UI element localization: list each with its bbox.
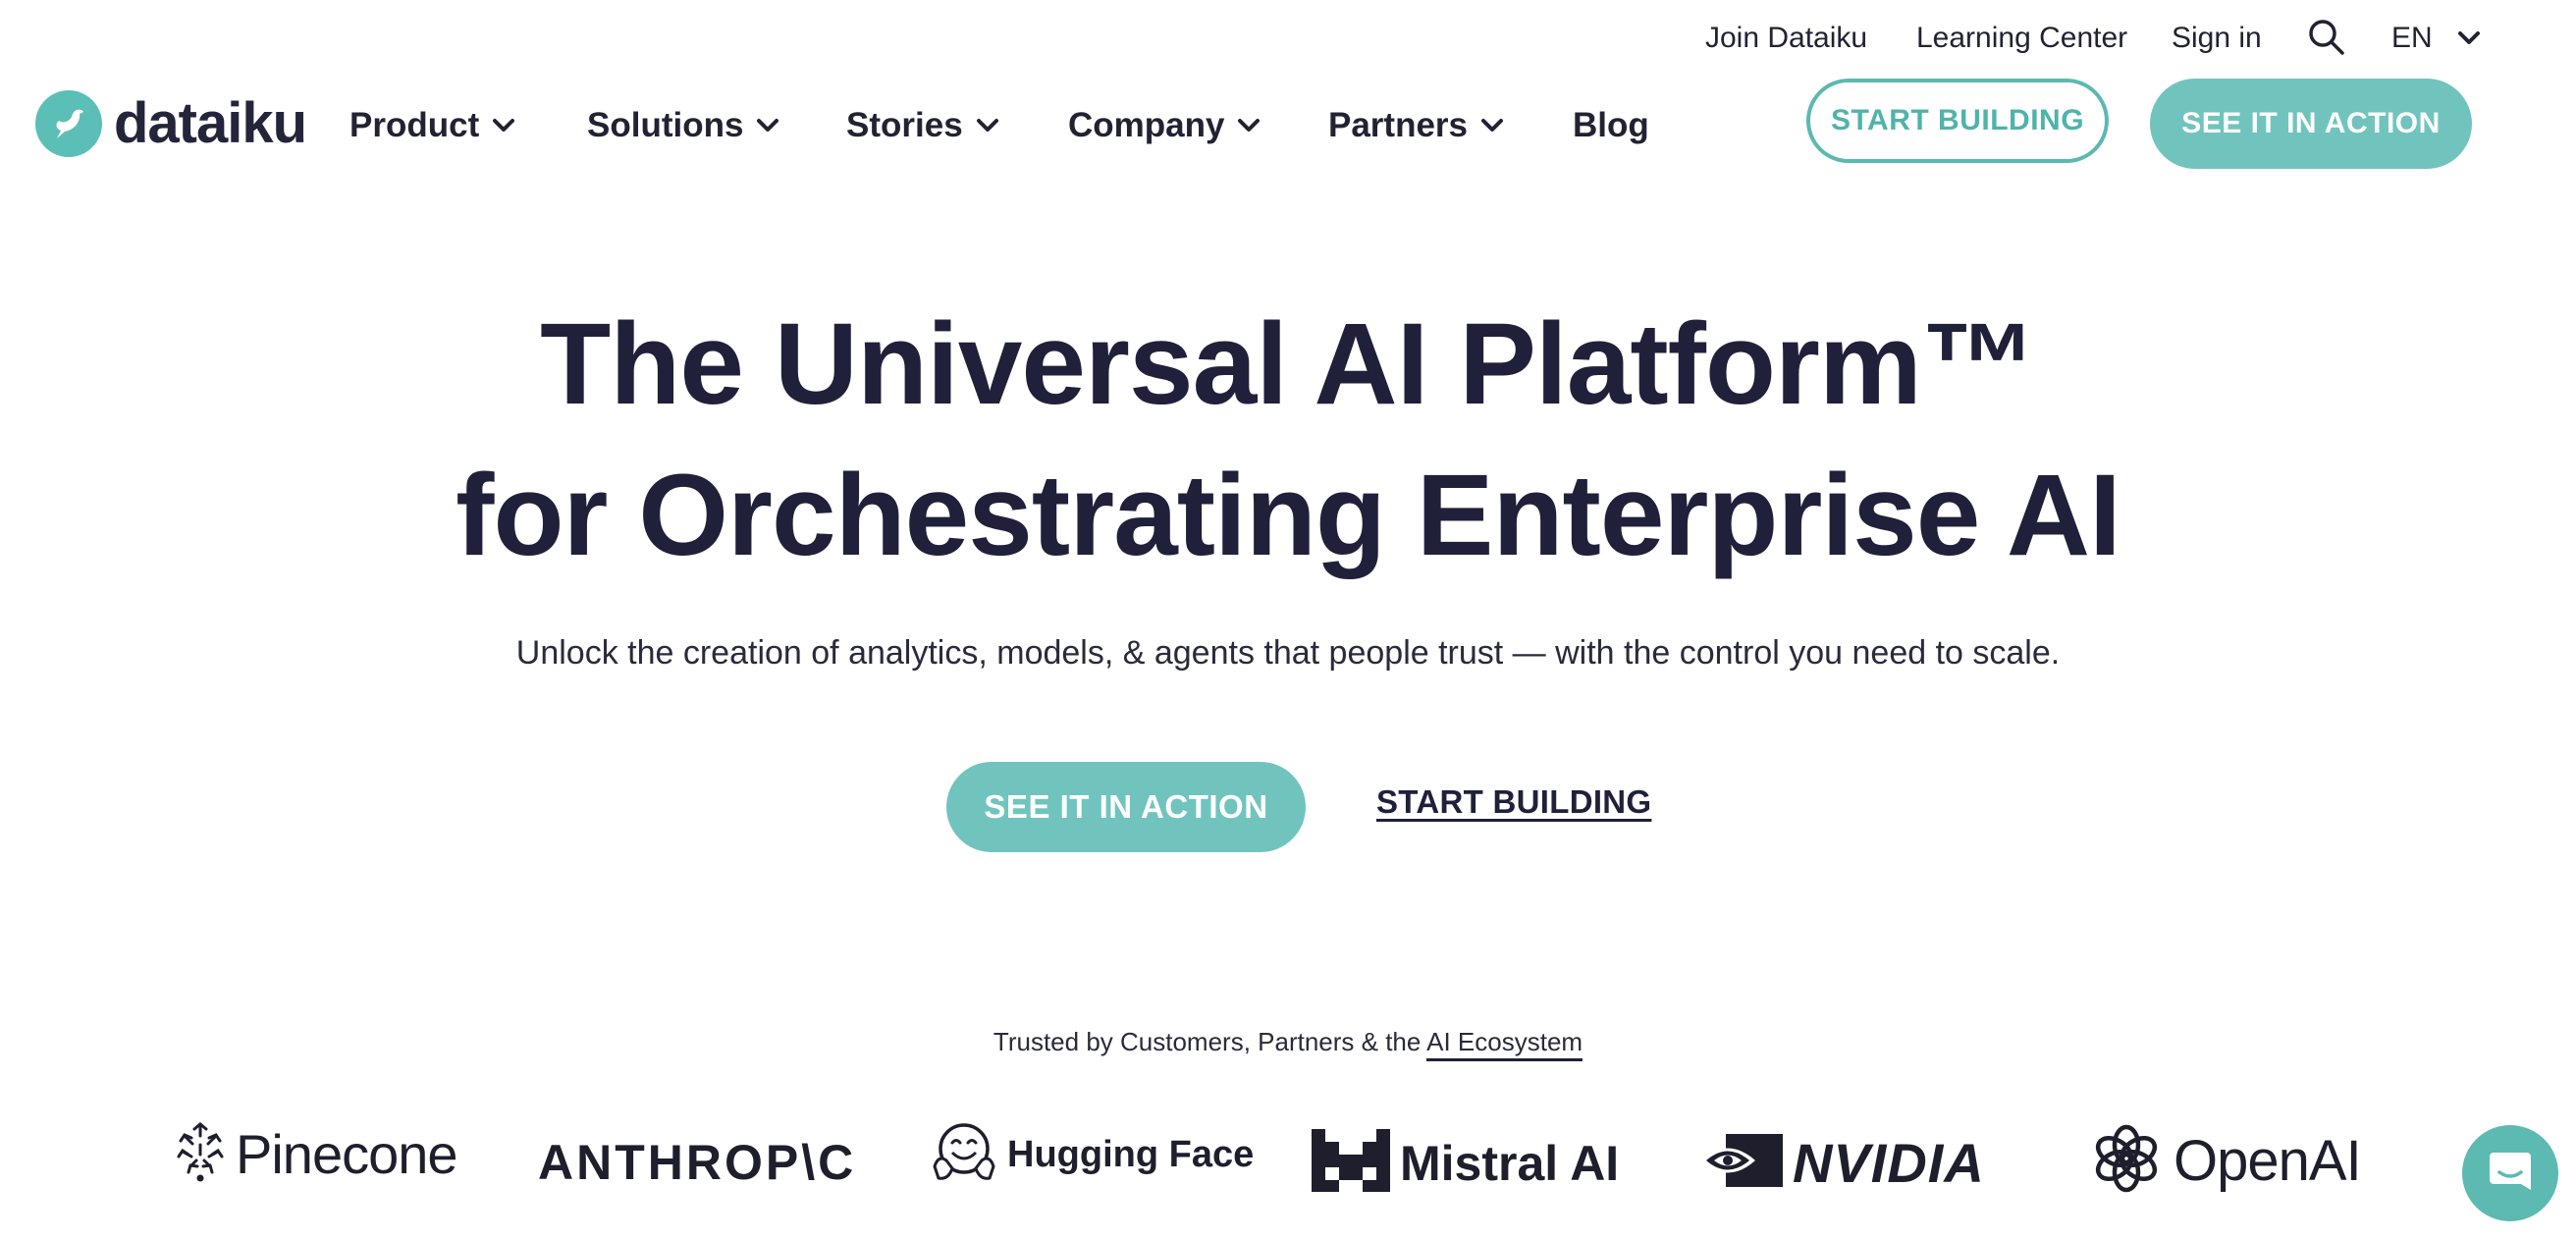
chevron-down-icon — [1479, 113, 1505, 138]
sign-in-link[interactable]: Sign in — [2172, 22, 2262, 55]
hero-see-it-in-action-button[interactable]: SEE IT IN ACTION — [946, 762, 1306, 852]
partner-openai: OpenAI — [2089, 1121, 2362, 1201]
partner-nvidia: NVIDIA — [1698, 1131, 1985, 1195]
pinecone-icon — [175, 1121, 226, 1187]
chevron-down-icon — [755, 113, 780, 138]
partner-hugging-face: Hugging Face — [931, 1121, 1254, 1189]
nav-solutions[interactable]: Solutions — [587, 106, 780, 145]
nav-blog[interactable]: Blog — [1573, 106, 1649, 145]
chevron-down-icon — [2456, 26, 2482, 51]
nav-stories[interactable]: Stories — [846, 106, 1000, 145]
logo-wordmark: dataiku — [114, 91, 307, 155]
anthropic-wordmark: ANTHROP\C — [538, 1135, 857, 1190]
dataiku-logo[interactable]: dataiku — [35, 90, 307, 157]
partner-mistral: Mistral AI — [1312, 1129, 1619, 1197]
nvidia-eye-icon — [1698, 1132, 1783, 1194]
hero-title-line2: for Orchestrating Enterprise AI — [456, 451, 2121, 580]
language-label: EN — [2391, 22, 2433, 54]
language-selector[interactable]: EN — [2391, 22, 2482, 55]
bird-logo-icon — [35, 90, 102, 157]
nav-product-label: Product — [349, 106, 480, 144]
partner-pinecone: Pinecone — [175, 1121, 458, 1187]
search-icon[interactable] — [2307, 18, 2346, 57]
nav-stories-label: Stories — [846, 106, 963, 144]
mistral-wordmark: Mistral AI — [1400, 1135, 1620, 1191]
nav-blog-label: Blog — [1573, 106, 1649, 144]
trusted-by-label: Trusted by Customers, Partners & the — [993, 1027, 1427, 1056]
learning-center-link[interactable]: Learning Center — [1916, 22, 2127, 55]
hero-title-line1: The Universal AI Platform™ — [540, 299, 2037, 429]
ai-ecosystem-link[interactable]: AI Ecosystem — [1426, 1027, 1583, 1061]
nav-partners-label: Partners — [1328, 106, 1469, 144]
nav-company[interactable]: Company — [1068, 106, 1261, 145]
nav-company-label: Company — [1068, 106, 1225, 144]
nav-product[interactable]: Product — [349, 106, 516, 145]
mistral-icon — [1312, 1129, 1390, 1197]
chat-widget-button[interactable] — [2462, 1125, 2558, 1221]
start-building-button[interactable]: START BUILDING — [1806, 79, 2109, 163]
join-dataiku-link[interactable]: Join Dataiku — [1705, 22, 1867, 55]
hero-subtitle: Unlock the creation of analytics, models… — [515, 634, 2061, 672]
hero-start-building-link[interactable]: START BUILDING — [1376, 783, 1651, 821]
hugging-face-wordmark: Hugging Face — [1007, 1134, 1255, 1175]
nav-partners[interactable]: Partners — [1328, 106, 1505, 145]
partner-anthropic: ANTHROP\C — [538, 1134, 856, 1191]
nav-solutions-label: Solutions — [587, 106, 744, 144]
chevron-down-icon — [1236, 113, 1261, 138]
pinecone-wordmark: Pinecone — [236, 1123, 458, 1185]
chat-icon — [2488, 1149, 2533, 1199]
openai-wordmark: OpenAI — [2174, 1129, 2362, 1193]
chevron-down-icon — [975, 113, 1000, 138]
trusted-by-text: Trusted by Customers, Partners & the AI … — [0, 1027, 2576, 1061]
hugging-face-icon — [931, 1121, 997, 1189]
nvidia-wordmark: NVIDIA — [1793, 1132, 1985, 1194]
chevron-down-icon — [491, 113, 516, 138]
see-it-in-action-button[interactable]: SEE IT IN ACTION — [2150, 79, 2472, 169]
openai-knot-icon — [2089, 1121, 2164, 1201]
